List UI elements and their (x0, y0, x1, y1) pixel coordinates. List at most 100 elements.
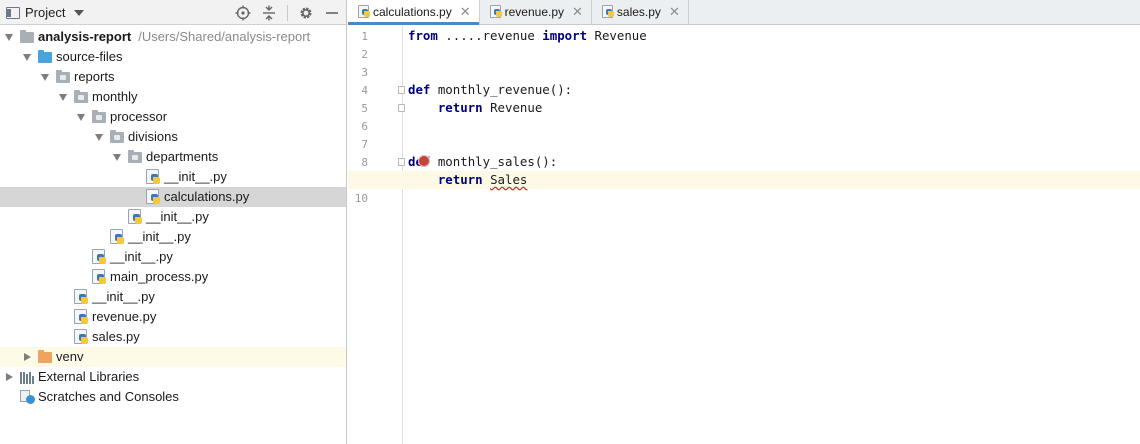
editor-tab[interactable]: calculations.py ✕ (348, 0, 480, 25)
tab-label: revenue.py (504, 4, 564, 19)
code-line[interactable]: return Revenue (348, 99, 1140, 117)
tree-item-name: calculations.py (164, 189, 250, 204)
tree-row[interactable]: analysis-report/Users/Shared/analysis-re… (0, 27, 346, 47)
tree-row[interactable]: Scratches and Consoles (0, 387, 346, 407)
close-icon[interactable]: ✕ (572, 4, 583, 20)
expand-arrow-icon[interactable] (77, 114, 85, 121)
code-line[interactable] (348, 117, 1140, 135)
keyword-token: return (437, 100, 483, 115)
minimize-icon (326, 11, 338, 14)
hide-button[interactable] (324, 5, 340, 21)
code-line[interactable] (348, 135, 1140, 153)
editor-panel: calculations.py ✕ revenue.py ✕ sales.py ✕ 123… (348, 0, 1140, 444)
project-tool-window: Project analysis-report/Users/Shared/ana… (0, 0, 347, 444)
code-line[interactable]: def monthly_revenue(): (348, 81, 1140, 99)
tree-item-label: processor (110, 109, 167, 124)
code-line[interactable]: from .....revenue import Revenue (348, 27, 1140, 45)
editor-tab[interactable]: sales.py ✕ (592, 0, 689, 24)
tree-item-label: reports (74, 69, 114, 84)
collapse-all-button[interactable] (261, 5, 277, 21)
code-token: Revenue (482, 100, 543, 115)
editor-tab[interactable]: revenue.py ✕ (480, 0, 592, 24)
tree-row[interactable]: __init__.py (0, 167, 346, 187)
code-line[interactable] (348, 189, 1140, 207)
tree-row[interactable]: __init__.py (0, 207, 346, 227)
tree-item-label: revenue.py (92, 309, 156, 324)
code-line[interactable] (348, 45, 1140, 63)
code-token: monthly_revenue(): (430, 82, 573, 97)
tree-item-name: departments (146, 149, 219, 164)
python-file-icon (74, 329, 88, 344)
code-token: Revenue (587, 28, 647, 43)
tree-row[interactable]: departments (0, 147, 346, 167)
tree-item-label: calculations.py (164, 189, 249, 204)
project-path-hint: /Users/Shared/analysis-report (138, 29, 311, 44)
close-icon[interactable]: ✕ (460, 4, 471, 20)
python-file-icon (128, 209, 142, 224)
expand-arrow-icon[interactable] (113, 154, 121, 161)
project-view-selector[interactable]: Project (6, 0, 85, 25)
code-text: def monthly_sales(): (408, 154, 557, 169)
tree-row[interactable]: venv (0, 347, 346, 367)
tree-row[interactable]: divisions (0, 127, 346, 147)
keyword-token: def (408, 82, 431, 97)
editor-tab-bar: calculations.py ✕ revenue.py ✕ sales.py ✕ (348, 0, 1140, 25)
tree-item-name: __init__.py (128, 229, 191, 244)
tree-item-name: source-files (56, 49, 123, 64)
tree-item-label: __init__.py (92, 289, 155, 304)
python-file-icon (110, 229, 124, 244)
code-editor[interactable]: 12345678910 from .....revenue import Rev… (348, 26, 1140, 444)
python-file-icon (489, 5, 502, 18)
tree-row[interactable]: sales.py (0, 327, 346, 347)
tree-row[interactable]: revenue.py (0, 307, 346, 327)
tree-item-label: divisions (128, 129, 178, 144)
tree-row[interactable]: __init__.py (0, 247, 346, 267)
close-icon[interactable]: ✕ (669, 4, 680, 20)
settings-button[interactable] (298, 5, 314, 21)
keyword-token: return (437, 172, 483, 187)
project-tree: analysis-report/Users/Shared/analysis-re… (0, 27, 346, 407)
chevron-down-icon (74, 10, 85, 16)
project-pane-header: Project (0, 0, 346, 25)
folder-icon (20, 30, 34, 43)
tree-row[interactable]: __init__.py (0, 287, 346, 307)
python-file-icon (358, 5, 370, 18)
expand-arrow-icon[interactable] (41, 74, 49, 81)
code-line[interactable]: def monthly_sales(): (348, 153, 1140, 171)
crosshair-icon (235, 5, 251, 20)
tree-row[interactable]: processor (0, 107, 346, 127)
tree-item-name: Scratches and Consoles (38, 389, 179, 404)
tree-row[interactable]: External Libraries (0, 367, 346, 387)
unresolved-reference-token: Sales (490, 172, 528, 187)
collapse-all-icon (263, 5, 275, 20)
collapse-arrow-icon[interactable] (6, 372, 13, 381)
tree-row[interactable]: main_process.py (0, 267, 346, 287)
expand-arrow-icon[interactable] (5, 34, 13, 41)
expand-arrow-icon[interactable] (23, 54, 31, 61)
python-file-icon (601, 5, 614, 18)
package-folder-icon (128, 150, 142, 163)
code-text: def monthly_revenue(): (408, 82, 572, 97)
expand-arrow-icon[interactable] (95, 134, 103, 141)
tree-row[interactable]: monthly (0, 87, 346, 107)
keyword-token: from (408, 28, 438, 43)
error-marker-icon[interactable] (418, 155, 430, 167)
tree-item-name: main_process.py (110, 269, 209, 284)
collapse-arrow-icon[interactable] (24, 352, 31, 361)
code-line[interactable] (348, 63, 1140, 81)
tree-item-label: __init__.py (110, 249, 173, 264)
expand-arrow-icon[interactable] (59, 94, 67, 101)
tree-row[interactable]: reports (0, 67, 346, 87)
python-file-icon (74, 309, 88, 324)
tree-item-label: __init__.py (146, 209, 209, 224)
code-line[interactable]: return Sales (348, 171, 1140, 189)
tree-item-name: __init__.py (110, 249, 173, 264)
locate-file-button[interactable] (235, 5, 251, 21)
python-file-icon (92, 269, 106, 284)
tree-row[interactable]: __init__.py (0, 227, 346, 247)
tree-row[interactable]: source-files (0, 47, 346, 67)
tree-item-name: __init__.py (164, 169, 227, 184)
tree-row[interactable]: calculations.py (0, 187, 346, 207)
project-pane-icon (6, 6, 20, 19)
